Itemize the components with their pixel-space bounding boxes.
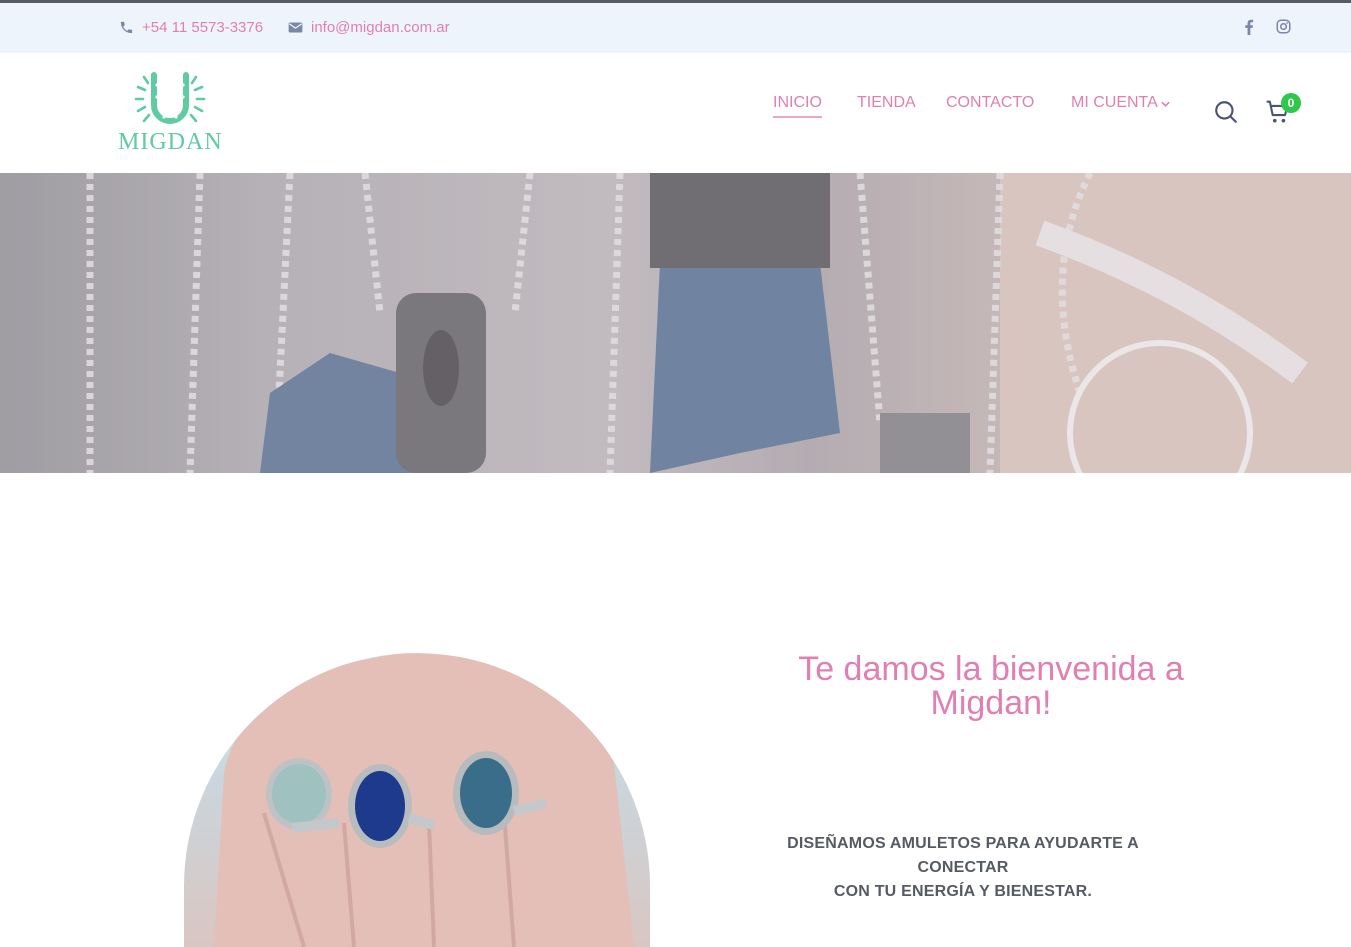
- hero-banner-image: [0, 173, 1351, 473]
- nav-item-mi-cuenta-label: MI CUENTA: [1071, 94, 1158, 111]
- rings-on-hand-illustration: [214, 653, 634, 947]
- chevron-down-icon: [1161, 94, 1170, 112]
- hero-overlay: [0, 173, 1351, 473]
- nav-item-tienda[interactable]: TIENDA: [857, 94, 916, 112]
- search-button[interactable]: [1213, 99, 1239, 130]
- instagram-icon: [1276, 19, 1291, 39]
- nav-item-mi-cuenta[interactable]: MI CUENTA: [1071, 94, 1170, 112]
- phone-contact[interactable]: +54 11 5573-3376: [119, 19, 263, 36]
- cart-count-badge: 0: [1281, 93, 1301, 113]
- facebook-link[interactable]: [1244, 19, 1254, 40]
- instagram-link[interactable]: [1276, 19, 1291, 39]
- welcome-heading: Te damos la bienvenida a Migdan!: [760, 652, 1222, 720]
- facebook-icon: [1244, 19, 1254, 40]
- rings-photo: [184, 653, 650, 947]
- cart-icon: [1265, 100, 1291, 129]
- brand-tagline: DISEÑAMOS AMULETOS PARA AYUDARTE A CONEC…: [742, 832, 1184, 904]
- welcome-heading-line-2: Migdan!: [930, 684, 1052, 722]
- phone-icon: [119, 20, 134, 35]
- horseshoe-icon: [134, 72, 206, 124]
- brand-logo[interactable]: MIGDAN: [118, 71, 222, 157]
- search-icon: [1213, 101, 1239, 129]
- nav-item-inicio[interactable]: INICIO: [773, 94, 822, 118]
- site-header: MIGDAN INICIO TIENDA CONTACTO MI CUENTA …: [0, 53, 1351, 173]
- welcome-heading-line-1: Te damos la bienvenida a: [798, 650, 1184, 688]
- brand-tagline-line-1: DISEÑAMOS AMULETOS PARA AYUDARTE A CONEC…: [787, 835, 1139, 876]
- phone-number: +54 11 5573-3376: [142, 19, 264, 36]
- email-address: info@migdan.com.ar: [311, 19, 450, 36]
- envelope-icon: [288, 21, 303, 34]
- nav-item-contacto[interactable]: CONTACTO: [946, 94, 1034, 112]
- brand-name: MIGDAN: [118, 129, 223, 155]
- brand-tagline-line-2: CON TU ENERGÍA Y BIENESTAR.: [833, 883, 1093, 900]
- top-contact-bar: +54 11 5573-3376 info@migdan.com.ar: [0, 3, 1351, 53]
- email-contact[interactable]: info@migdan.com.ar: [288, 19, 450, 36]
